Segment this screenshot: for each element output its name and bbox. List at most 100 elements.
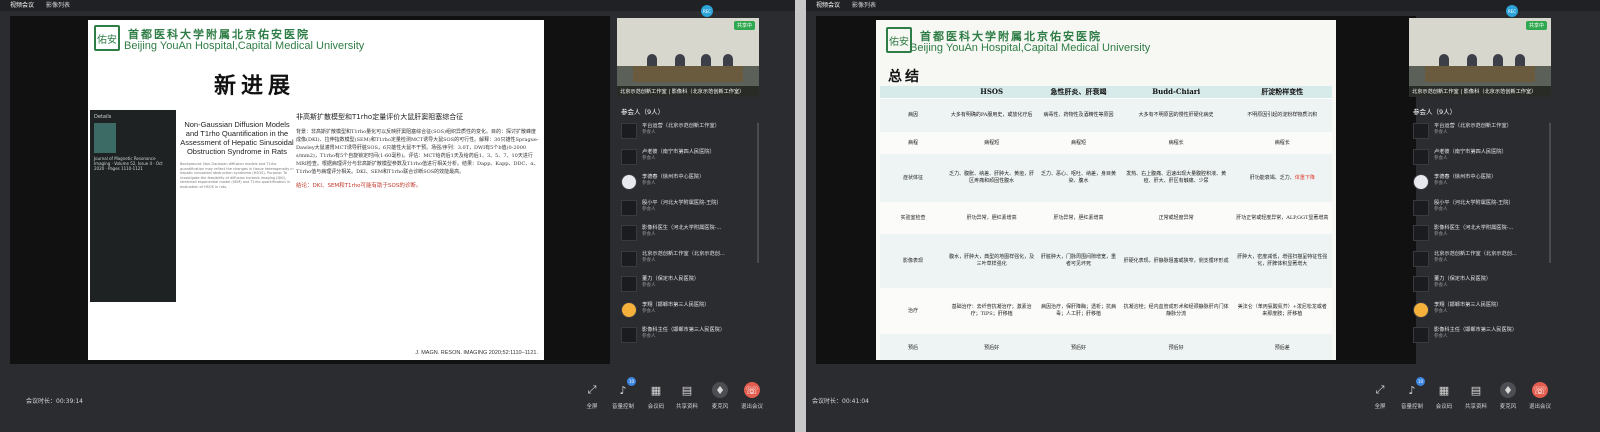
participant-item[interactable]: 李德春（徐州市中心医院） 参会人 (617, 170, 759, 196)
table-cell: 美法仑（苯丙氨酸氮芥）+泼尼松龙或者来那度胺；肝移植 (1232, 288, 1332, 334)
table-row: 实验室检查 肝功异常，胆红素增高 肝功异常，胆红素增高 正常或轻度异常 肝功正常… (880, 202, 1332, 234)
mic-button[interactable]: ♦ 麦克风 (706, 382, 734, 410)
hospital-logo: 佑安 (94, 25, 120, 51)
table-cell: 乏力、恶心、呕吐、纳差，身目黄染、腹水 (1037, 154, 1120, 202)
participant-item[interactable]: 北京示范创新工作室（北京示范创... 参会人 (617, 247, 759, 273)
fullscreen-label: 全屏 (586, 404, 598, 410)
volume-button[interactable]: ♪ 10 音量控制 (1398, 377, 1426, 410)
participant-role: 参会人 (642, 206, 656, 212)
participant-item[interactable]: 董力（保定市人民医院） 参会人 (617, 272, 759, 298)
table-cell: 正常或轻度异常 (1119, 202, 1233, 234)
video-feed[interactable]: 共享中 北京示范创新工作室 | 影像科（北京示范创新工作室） (1409, 18, 1551, 97)
volume-button[interactable]: ♪ 10 音量控制 (609, 377, 637, 410)
participant-item[interactable]: 李德春（徐州市中心医院） 参会人 (1409, 170, 1551, 196)
participant-item[interactable]: 卢老彼（南宁市第四人民医院） 参会人 (1409, 145, 1551, 171)
control-bar: 会议时长：00:39:14 ⤢ 全屏 ♪ 10 音量控制 ▦ 会议码 ▤ 共享资料 ♦ 麦克… (0, 365, 795, 432)
volume-badge: 10 (1416, 377, 1425, 386)
table-cell: 病程短 (1037, 132, 1120, 154)
participant-item[interactable]: 卢老彼（南宁市第四人民医院） 参会人 (617, 145, 759, 171)
tab-image-list[interactable]: 影像列表 (44, 1, 72, 10)
participant-name: 卢老彼（南宁市第四人民医院） (1434, 148, 1507, 155)
table-cell: 预后好 (1119, 334, 1233, 360)
journal-details-label: Details (94, 114, 112, 120)
presentation-slide: 佑安 首都医科大学附属北京佑安医院 Beijing YouAn Hospital… (876, 20, 1336, 360)
video-feed[interactable]: 共享中 北京示范创新工作室 | 影像科（北京示范创新工作室） (617, 18, 759, 97)
summary-table: HSOS 急性肝炎、肝衰竭 Budd-Chiari 肝淀粉样变性 病因 大多有明… (880, 86, 1332, 360)
duration-label: 会议时长： (812, 398, 843, 405)
participant-item[interactable]: 影像科医生（河北大学附属医院-... 参会人 (1409, 221, 1551, 247)
participant-name: 董力（保定市人民医院） (642, 276, 700, 282)
participants-header: 参会人（9人） (621, 108, 665, 116)
table-header-row: HSOS 急性肝炎、肝衰竭 Budd-Chiari 肝淀粉样变性 (880, 86, 1332, 99)
tab-video-meeting[interactable]: 视频会议 (814, 1, 842, 10)
table-cell: 大多有不明原因的慢性肝硬化病史 (1119, 98, 1233, 132)
fullscreen-button[interactable]: ⤢ 全屏 (1366, 382, 1394, 410)
table-cell: 肝肿大，密度减低，增强扫描呈特征性强化，肝脾体积显著增大 (1232, 234, 1332, 288)
slide-title: 新进展 (214, 73, 296, 99)
participant-item[interactable]: 北京示范创新工作室（北京示范创... 参会人 (1409, 247, 1551, 273)
avatar (1413, 327, 1429, 343)
tab-video-meeting[interactable]: 视频会议 (8, 1, 36, 10)
participant-item[interactable]: 影像科医生（河北大学附属医院-... 参会人 (617, 221, 759, 247)
meeting-window-2: 视频会议 影像列表 佑安 首都医科大学附属北京佑安医院 Beijing YouA… (806, 0, 1600, 432)
participant-role: 参会人 (1434, 232, 1448, 237)
hospital-name-en: Beijing YouAn Hospital,Capital Medical U… (124, 40, 365, 52)
participant-name: 平台运营（北京示范创新工作室） (642, 123, 720, 129)
avatar (621, 174, 637, 190)
participant-role: 参会人 (642, 181, 656, 186)
mic-button[interactable]: ♦ 麦克风 (1494, 382, 1522, 410)
participant-item[interactable]: 殷小平（河北大学附属医院-王院） 参会人 (617, 196, 759, 222)
document-icon: ▤ (681, 383, 693, 397)
table-cell: 肝功正常或轻度异常，ALP,GGT显著增高 (1232, 202, 1332, 234)
meeting-code-button[interactable]: ▦ 会议码 (642, 382, 670, 411)
participant-name: 李翔（邯郸市第三人民医院） (1434, 301, 1502, 308)
tab-image-list[interactable]: 影像列表 (850, 1, 878, 10)
table-cell: 影像表现 (880, 234, 946, 288)
participant-item[interactable]: 董力（保定市人民医院） 参会人 (1409, 272, 1551, 298)
presentation-slide: 佑安 首都医科大学附属北京佑安医院 Beijing YouAn Hospital… (88, 20, 544, 360)
participant-item[interactable]: 影像科主任（邯郸市第三人民医院） 参会人 (617, 323, 759, 349)
share-button[interactable]: ▤ 共享资料 (673, 382, 701, 411)
table-cell: 病毒性、药物性及酒精性等原因 (1037, 98, 1120, 132)
participant-item[interactable]: 李翔（邯郸市第三人民医院） 参会人 (1409, 298, 1551, 324)
participant-name: 殷小平（河北大学附属医院-王院） (1434, 199, 1514, 206)
avatar (621, 123, 637, 139)
fullscreen-button[interactable]: ⤢ 全屏 (578, 382, 606, 410)
video-caption: 北京示范创新工作室 | 影像科（北京示范创新工作室） (1409, 86, 1551, 97)
participant-role: 参会人 (1434, 334, 1448, 339)
leave-button[interactable]: ☏ 退出会议 (1526, 382, 1554, 410)
table-row: 治疗 基础治疗：去纤苷抗凝治疗；激素治疗；TIPS；肝移植 病因治疗，保肝降酶；… (880, 288, 1332, 334)
participant-item[interactable]: 殷小平（河北大学附属医院-王院） 参会人 (1409, 196, 1551, 222)
recording-icon: REC (701, 5, 713, 17)
participant-scrollbar[interactable] (757, 123, 759, 263)
shared-screen: 佑安 首都医科大学附属北京佑安医院 Beijing YouAn Hospital… (816, 16, 1416, 364)
avatar (621, 276, 637, 292)
participant-role: 参会人 (1434, 130, 1448, 135)
participant-item[interactable]: 影像科主任（邯郸市第三人民医院） 参会人 (1409, 323, 1551, 349)
avatar (1413, 174, 1429, 190)
avatar (621, 199, 637, 216)
participant-role: 参会人 (642, 155, 656, 161)
table-cell: 预后好 (946, 334, 1038, 360)
participant-role: 参会人 (642, 130, 656, 135)
meeting-code-button[interactable]: ▦ 会议码 (1430, 382, 1458, 411)
table-row: 症状体征 乏力、腹胀、纳差、肝肿大、黄疸，肝区疼痛和顽固性腹水 乏力、恶心、呕吐… (880, 154, 1332, 202)
table-cell: 病程长 (1232, 132, 1332, 154)
share-button[interactable]: ▤ 共享资料 (1462, 382, 1490, 411)
notes-body: 背景：非高斯扩散模型和T1rho量化可以反映肝窦阻塞综合征(SOS)组织异质性的… (296, 129, 539, 175)
table-header (880, 86, 946, 99)
document-icon: ▤ (1470, 383, 1482, 397)
hang-up-icon: ☏ (744, 382, 760, 398)
slide-notes: 非高斯扩散模型和T1rho定量评价大鼠肝窦阻塞综合征 背景：非高斯扩散模型和T1… (296, 112, 540, 342)
participant-item[interactable]: 平台运营（北京示范创新工作室） 参会人 (1409, 119, 1551, 145)
avatar (621, 225, 637, 241)
participant-scrollbar[interactable] (1549, 123, 1551, 263)
participant-item[interactable]: 李翔（邯郸市第三人民医院） 参会人 (617, 298, 759, 324)
table-cell: 腹水，肝肿大，典型的地图样强化，及三叶草样强化 (946, 234, 1038, 288)
volume-label: 音量控制 (1400, 404, 1423, 410)
participant-name: 影像科医生（河北大学附属医院-... (642, 225, 722, 231)
leave-button[interactable]: ☏ 退出会议 (738, 382, 766, 410)
participant-item[interactable]: 平台运营（北京示范创新工作室） 参会人 (617, 119, 759, 145)
avatar (1413, 123, 1429, 139)
avatar (1413, 276, 1429, 292)
